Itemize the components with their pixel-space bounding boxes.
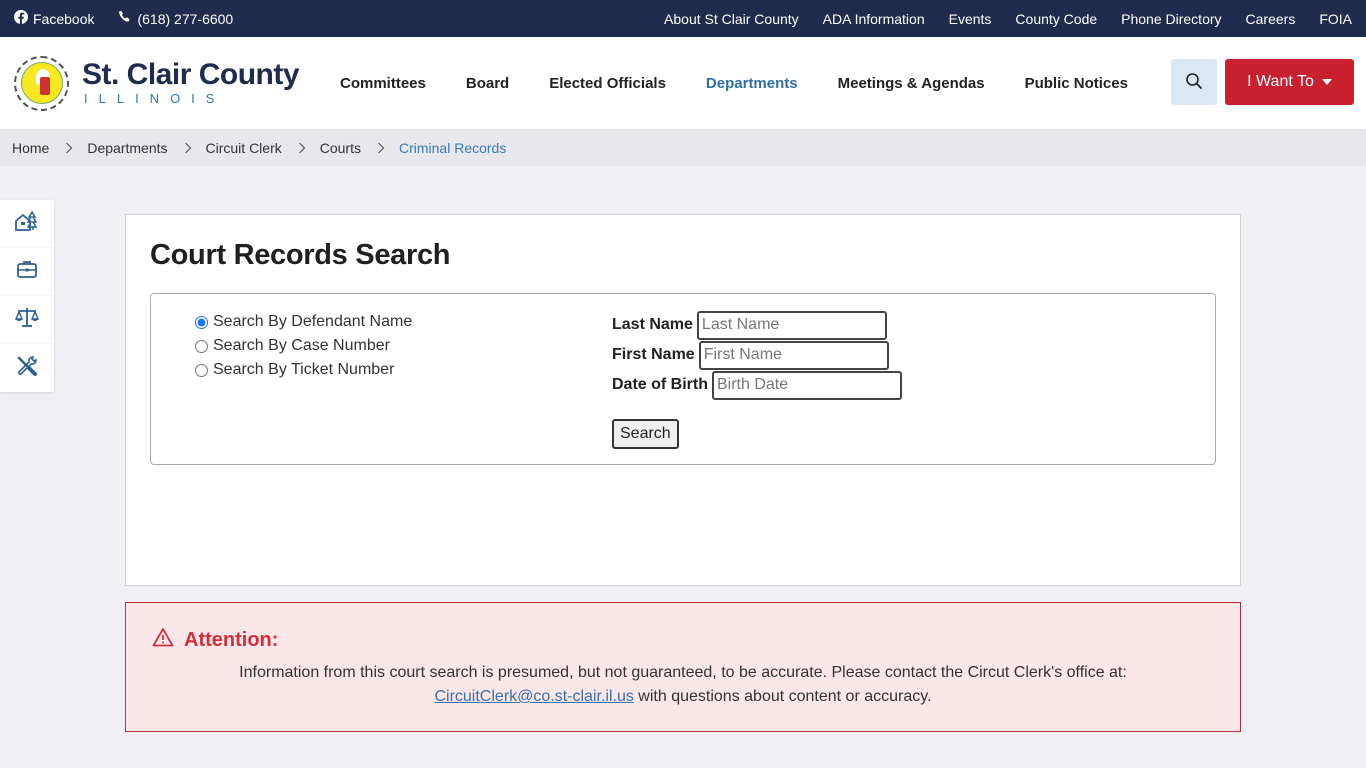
nav-meetings-agendas[interactable]: Meetings & Agendas [838,75,985,92]
attention-body: Information from this court search is pr… [126,661,1240,709]
county-seal-icon [14,55,69,111]
first-name-row: First Name [612,340,902,370]
dob-row: Date of Birth [612,370,902,400]
attention-text-1: Information from this court search is pr… [239,664,1127,681]
search-fields: Last Name First Name Date of Birth [612,310,902,400]
topbar-left: Facebook (618) 277-6600 [14,10,257,27]
last-name-label: Last Name [612,316,693,333]
site-search-button[interactable] [1171,59,1217,105]
caret-down-icon [1321,79,1332,85]
breadcrumb-criminal-records[interactable]: Criminal Records [399,140,506,156]
radio-defendant-name[interactable]: Search By Defendant Name [195,310,412,334]
radio-case-number[interactable]: Search By Case Number [195,334,412,358]
topbar-link-ada[interactable]: ADA Information [823,11,925,27]
breadcrumb: Home Departments Circuit Clerk Courts Cr… [0,129,1366,166]
birth-date-input[interactable] [712,370,902,400]
clerk-email-link[interactable]: CircuitClerk@co.st-clair.il.us [434,688,633,705]
home-tree-icon [14,210,40,237]
last-name-input[interactable] [696,310,887,340]
radio-label: Search By Defendant Name [213,313,413,330]
logo-subtitle: ILLINOIS [84,91,226,106]
chevron-right-icon [65,142,73,154]
radio-ticket-number[interactable]: Search By Ticket Number [195,358,412,382]
top-utility-bar: Facebook (618) 277-6600 About St Clair C… [0,0,1366,37]
logo-title: St. Clair County [82,58,300,91]
topbar-link-foia[interactable]: FOIA [1319,11,1352,27]
topbar-link-county-code[interactable]: County Code [1015,11,1097,27]
topbar-link-events[interactable]: Events [949,11,992,27]
attention-text-2: with questions about content or accuracy… [633,688,932,705]
attention-notice: Attention: Information from this court s… [125,602,1241,732]
topbar-link-phone-directory[interactable]: Phone Directory [1121,11,1221,27]
chevron-right-icon [377,142,385,154]
search-type-radios: Search By Defendant Name Search By Case … [195,310,412,382]
i-want-to-label: I Want To [1247,73,1314,90]
chevron-right-icon [298,142,306,154]
search-icon [1185,72,1203,93]
last-name-row: Last Name [612,310,902,340]
page-title: Court Records Search [150,239,451,271]
topbar-link-careers[interactable]: Careers [1246,11,1296,27]
search-form: Search By Defendant Name Search By Case … [150,293,1216,465]
side-quick-links [0,200,54,392]
radio-label: Search By Case Number [213,337,390,354]
site-header: St. Clair County ILLINOIS Committees Boa… [0,37,1366,129]
side-link-services[interactable] [0,344,54,392]
topbar-links: About St Clair County ADA Information Ev… [640,11,1352,27]
first-name-input[interactable] [698,340,889,370]
dob-label: Date of Birth [612,376,708,393]
phone-icon [118,10,137,27]
scales-icon [14,306,40,333]
warning-icon [152,627,184,653]
radio-ticket-number-input[interactable] [195,363,208,377]
attention-title: Attention: [152,627,278,653]
phone-link[interactable]: (618) 277-6600 [118,10,233,27]
breadcrumb-home[interactable]: Home [12,140,49,156]
court-records-card: Court Records Search Search By Defendant… [125,214,1241,586]
side-link-residents[interactable] [0,200,54,248]
side-link-business[interactable] [0,248,54,296]
phone-label: (618) 277-6600 [137,10,234,27]
facebook-link[interactable]: Facebook [14,10,94,27]
i-want-to-button[interactable]: I Want To [1225,59,1354,105]
topbar-link-about[interactable]: About St Clair County [664,11,799,27]
nav-elected-officials[interactable]: Elected Officials [549,75,666,92]
nav-board[interactable]: Board [466,75,509,92]
radio-case-number-input[interactable] [195,339,208,353]
nav-departments[interactable]: Departments [706,75,798,92]
breadcrumb-circuit-clerk[interactable]: Circuit Clerk [206,140,282,156]
breadcrumb-departments[interactable]: Departments [87,140,167,156]
site-logo[interactable]: St. Clair County ILLINOIS [14,55,314,111]
attention-title-text: Attention: [184,628,279,651]
breadcrumb-courts[interactable]: Courts [320,140,361,156]
chevron-right-icon [184,142,192,154]
facebook-icon [14,10,33,27]
nav-public-notices[interactable]: Public Notices [1025,75,1128,92]
briefcase-icon [16,259,38,284]
search-button[interactable]: Search [612,419,679,449]
facebook-label: Facebook [33,10,95,27]
side-link-courts[interactable] [0,296,54,344]
radio-defendant-name-input[interactable] [195,315,208,329]
radio-label: Search By Ticket Number [213,361,395,378]
first-name-label: First Name [612,346,695,363]
main-nav: Committees Board Elected Officials Depar… [340,75,1168,92]
nav-committees[interactable]: Committees [340,75,426,92]
tools-icon [16,355,38,382]
